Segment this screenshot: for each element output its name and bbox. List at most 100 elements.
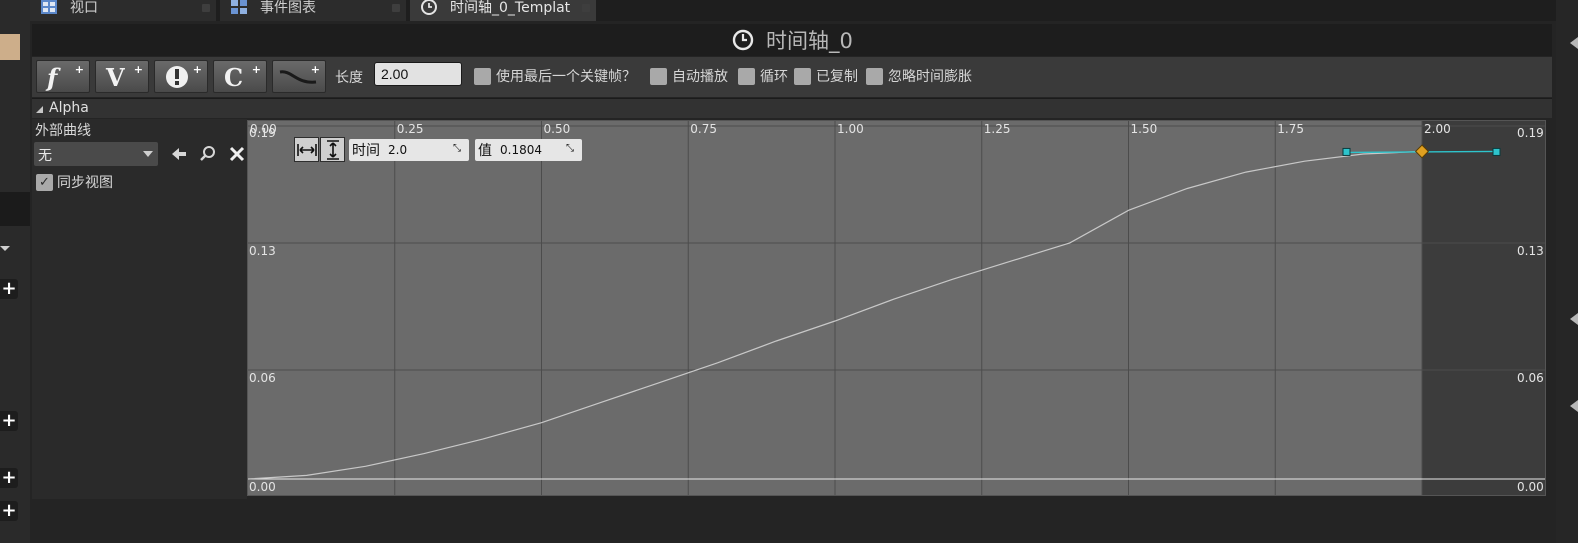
add-event-track-button[interactable]: + [154,60,208,93]
add-plus-icon[interactable]: + [0,501,18,521]
value-tick-label-right: 0.06 [1517,371,1544,385]
add-float-track-button[interactable]: f + [36,60,90,93]
add-plus-icon[interactable]: + [0,411,18,431]
value-tick-label: 0.19 [249,126,276,140]
close-icon[interactable] [202,4,210,12]
left-panel-band [0,192,30,226]
close-icon[interactable] [582,4,590,12]
checkbox-label: 使用最后一个关键帧？ [496,69,636,85]
track-header-alpha[interactable]: Alpha [32,98,1552,118]
browse-search-icon[interactable] [199,145,217,163]
checkbox-box[interactable] [474,67,491,85]
tab-label: 事件图表 [260,0,316,16]
clock-icon [732,29,754,51]
value-tick-label-right: 0.19 [1517,126,1544,140]
plus-icon: + [192,63,202,76]
checkmark-icon[interactable]: ✓ [36,173,53,191]
time-value[interactable]: 2.0 [388,143,407,157]
time-tick-label: 0.50 [544,122,571,136]
checkbox-box[interactable] [738,67,755,85]
color-swatch[interactable] [0,34,20,60]
time-tick-label: 1.00 [837,122,864,136]
curve-editor[interactable]: 0.00 0.25 0.50 0.75 1.00 1.25 1.50 1.75 2.00 0.0… [247,120,1546,496]
add-color-track-button[interactable]: C + [213,60,267,93]
value-tick-label-right: 0.00 [1517,480,1544,494]
checkbox-box[interactable] [794,67,811,85]
plus-icon: + [74,63,84,76]
value-value[interactable]: 0.1804 [500,143,542,157]
add-vector-track-button[interactable]: V + [95,60,149,93]
sync-view-label: 同步视图 [57,175,113,191]
curve-view-controls: 时间 2.0 ⤡ 值 0.1804 ⤡ [294,137,582,162]
replicated-checkbox[interactable]: 已复制 [794,66,858,86]
add-curve-asset-button[interactable]: + [272,60,326,93]
time-tick-label: 1.75 [1277,122,1304,136]
tangent-handle-left[interactable] [1342,147,1351,156]
value-tick-label: 0.06 [249,371,276,385]
out-of-range-shade [1422,121,1545,495]
time-tick-label: 1.25 [984,122,1011,136]
event-track-icon [166,66,188,88]
external-curve-value: 无 [38,148,52,164]
plus-icon: + [133,63,143,76]
fit-horizontal-icon [296,143,317,156]
expand-arrow-icon[interactable] [1570,400,1578,412]
tab-viewport[interactable]: 视口 [30,0,216,21]
clear-x-icon[interactable] [228,145,246,163]
checkbox-label: 已复制 [816,69,858,85]
fit-horizontal-button[interactable] [294,137,319,162]
drag-arrows-icon[interactable]: ⤡ [566,143,576,154]
external-curve-label: 外部曲线 [35,123,91,139]
collapse-triangle-icon[interactable] [36,106,43,113]
curve-graph[interactable]: 0.00 0.25 0.50 0.75 1.00 1.25 1.50 1.75 2.00 0.0… [248,121,1545,495]
curve-background [248,121,1545,495]
time-label: 时间 [352,142,380,159]
length-label: 长度 [335,70,363,86]
checkbox-box[interactable] [866,67,883,85]
value-tick-label: 0.00 [249,480,276,494]
track-name: Alpha [49,100,89,116]
track-settings: 外部曲线 无 ✓ 同步视图 [32,119,247,499]
collapse-caret-icon[interactable] [0,246,10,251]
tab-bar: 视口 事件图表 时间轴_0_Templat [30,0,1556,21]
key-time-field[interactable]: 时间 2.0 ⤡ [349,138,469,161]
time-tick-label: 1.50 [1131,122,1158,136]
vector-track-icon: V [106,63,125,92]
use-selected-arrow-icon[interactable] [170,145,188,163]
time-tick-label: 2.00 [1424,122,1451,136]
add-plus-icon[interactable]: + [0,279,18,299]
close-icon[interactable] [392,4,400,12]
value-tick-label: 0.13 [249,244,276,258]
event-graph-icon [231,0,247,14]
loop-checkbox[interactable]: 循环 [738,66,788,86]
viewport-grid-icon [41,0,57,14]
expand-arrow-icon[interactable] [1570,313,1578,325]
tab-timeline-template[interactable]: 时间轴_0_Templat [410,0,596,21]
autoplay-checkbox[interactable]: 自动播放 [650,66,728,86]
ignore-time-dilation-checkbox[interactable]: 忽略时间膨胀 [866,66,972,86]
drag-arrows-icon[interactable]: ⤡ [453,143,463,154]
tangent-handle-right[interactable] [1492,147,1501,156]
sync-view-checkbox[interactable]: ✓ 同步视图 [36,172,113,192]
add-plus-icon[interactable]: + [0,468,18,488]
fit-vertical-button[interactable] [320,137,345,162]
external-curve-dropdown[interactable]: 无 [34,142,158,166]
tab-event-graph[interactable]: 事件图表 [220,0,406,21]
time-tick-label: 0.25 [397,122,424,136]
tab-label: 时间轴_0_Templat [450,0,571,16]
chevron-down-icon [143,151,153,157]
time-tick-label: 0.75 [690,122,717,136]
value-tick-label-right: 0.13 [1517,244,1544,258]
key-value-field[interactable]: 值 0.1804 ⤡ [475,138,582,161]
checkbox-label: 循环 [760,69,788,85]
checkbox-label: 自动播放 [672,69,728,85]
use-last-keyframe-checkbox[interactable]: 使用最后一个关键帧？ [474,66,636,86]
fit-vertical-icon [326,139,339,160]
float-track-icon: f [47,63,58,92]
checkbox-box[interactable] [650,67,667,85]
expand-arrow-icon[interactable] [1570,37,1578,49]
left-editor-strip: + + + + [0,0,30,543]
length-input[interactable] [374,62,462,86]
timeline-toolbar: f + V + + C + + 长度 使用最后一个关键帧？ [32,57,1552,97]
color-track-icon: C [224,63,244,92]
